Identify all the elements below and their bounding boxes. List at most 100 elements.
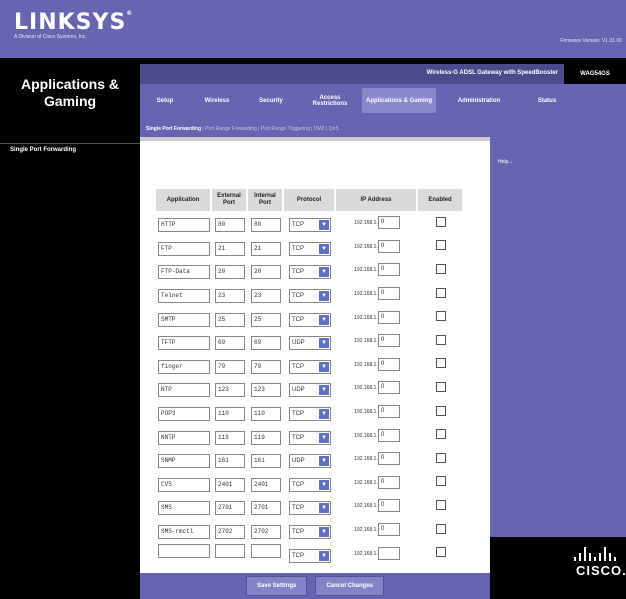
enabled-checkbox[interactable] xyxy=(436,263,446,274)
application-name-input[interactable]: TFTP xyxy=(158,336,210,351)
external-port-input[interactable]: 25 xyxy=(215,312,245,327)
application-name-input[interactable]: HTTP xyxy=(158,218,210,233)
help-link[interactable]: Help... xyxy=(498,159,512,165)
ip-last-octet-input[interactable]: 0 xyxy=(377,239,400,253)
application-name-input[interactable]: FTP xyxy=(158,241,210,256)
tab-wireless[interactable]: Wireless xyxy=(190,98,244,104)
enabled-checkbox[interactable] xyxy=(436,358,446,369)
chevron-down-icon[interactable]: ▼ xyxy=(319,385,329,396)
enabled-checkbox[interactable] xyxy=(436,240,446,251)
subtab-single-port-forwarding[interactable]: Single Port Forwarding xyxy=(146,126,201,132)
application-name-input[interactable]: finger xyxy=(158,359,210,374)
protocol-select[interactable]: TCP ▼ xyxy=(289,525,331,540)
ip-last-octet-input[interactable]: 0 xyxy=(377,523,400,537)
chevron-down-icon[interactable]: ▼ xyxy=(319,291,329,302)
ip-last-octet-input[interactable]: 0 xyxy=(377,381,400,395)
application-name-input[interactable]: SMS-rmctl xyxy=(158,525,210,540)
ip-last-octet-input[interactable]: 0 xyxy=(377,428,400,442)
application-name-input[interactable]: SNMP xyxy=(158,454,210,469)
subtab-port-range-triggering[interactable]: Port Range Triggering xyxy=(261,126,310,132)
chevron-down-icon[interactable]: ▼ xyxy=(319,220,329,231)
protocol-select[interactable]: UDP ▼ xyxy=(289,454,331,469)
chevron-down-icon[interactable]: ▼ xyxy=(319,314,329,325)
external-port-input[interactable]: 110 xyxy=(215,407,245,422)
internal-port-input[interactable] xyxy=(251,543,281,558)
external-port-input[interactable]: 20 xyxy=(215,265,245,280)
enabled-checkbox[interactable] xyxy=(436,499,446,510)
ip-last-octet-input[interactable]: 0 xyxy=(377,499,400,513)
ip-last-octet-input[interactable]: 0 xyxy=(377,475,400,489)
application-name-input[interactable]: CVS xyxy=(158,477,210,492)
external-port-input[interactable]: 123 xyxy=(215,383,245,398)
subtab-dmz[interactable]: DMZ xyxy=(314,126,325,132)
enabled-checkbox[interactable] xyxy=(436,547,446,558)
ip-last-octet-input[interactable]: 0 xyxy=(377,334,400,348)
application-name-input[interactable] xyxy=(158,543,210,558)
ip-last-octet-input[interactable]: 0 xyxy=(377,452,400,466)
enabled-checkbox[interactable] xyxy=(436,381,446,392)
enabled-checkbox[interactable] xyxy=(436,287,446,298)
internal-port-input[interactable]: 2401 xyxy=(251,477,281,492)
application-name-input[interactable]: Telnet xyxy=(158,289,210,304)
internal-port-input[interactable]: 2701 xyxy=(251,501,281,516)
external-port-input[interactable]: 119 xyxy=(215,430,245,445)
ip-last-octet-input[interactable]: 0 xyxy=(377,287,400,301)
chevron-down-icon[interactable]: ▼ xyxy=(319,267,329,278)
ip-last-octet-input[interactable]: 0 xyxy=(377,357,400,371)
enabled-checkbox[interactable] xyxy=(436,476,446,487)
internal-port-input[interactable]: 69 xyxy=(251,336,281,351)
internal-port-input[interactable]: 119 xyxy=(251,430,281,445)
protocol-select[interactable]: TCP ▼ xyxy=(289,501,331,516)
chevron-down-icon[interactable]: ▼ xyxy=(319,432,329,443)
internal-port-input[interactable]: 2702 xyxy=(251,525,281,540)
protocol-select[interactable]: TCP ▼ xyxy=(289,218,331,233)
internal-port-input[interactable]: 110 xyxy=(251,407,281,422)
internal-port-input[interactable]: 25 xyxy=(251,312,281,327)
internal-port-input[interactable]: 161 xyxy=(251,454,281,469)
internal-port-input[interactable]: 79 xyxy=(251,359,281,374)
chevron-down-icon[interactable]: ▼ xyxy=(319,243,329,254)
protocol-select[interactable]: TCP ▼ xyxy=(289,241,331,256)
external-port-input[interactable]: 161 xyxy=(215,454,245,469)
protocol-select[interactable]: TCP ▼ xyxy=(289,548,331,563)
tab-setup[interactable]: Setup xyxy=(140,98,190,104)
application-name-input[interactable]: FTP-Data xyxy=(158,265,210,280)
chevron-down-icon[interactable]: ▼ xyxy=(319,527,329,538)
chevron-down-icon[interactable]: ▼ xyxy=(319,503,329,514)
ip-last-octet-input[interactable]: 0 xyxy=(377,310,400,324)
external-port-input[interactable]: 2701 xyxy=(215,501,245,516)
application-name-input[interactable]: NNTP xyxy=(158,430,210,445)
protocol-select[interactable]: TCP ▼ xyxy=(289,312,331,327)
tab-access-restrictions[interactable]: Access Restrictions xyxy=(298,95,362,107)
application-name-input[interactable]: POP3 xyxy=(158,407,210,422)
tab-status[interactable]: Status xyxy=(522,98,572,104)
external-port-input[interactable]: 21 xyxy=(215,241,245,256)
subtab-qos[interactable]: QoS xyxy=(329,126,339,132)
protocol-select[interactable]: TCP ▼ xyxy=(289,430,331,445)
protocol-select[interactable]: TCP ▼ xyxy=(289,477,331,492)
enabled-checkbox[interactable] xyxy=(436,429,446,440)
internal-port-input[interactable]: 80 xyxy=(251,218,281,233)
chevron-down-icon[interactable]: ▼ xyxy=(319,361,329,372)
enabled-checkbox[interactable] xyxy=(436,311,446,322)
external-port-input[interactable]: 2401 xyxy=(215,477,245,492)
chevron-down-icon[interactable]: ▼ xyxy=(319,456,329,467)
tab-security[interactable]: Security xyxy=(244,98,298,104)
ip-last-octet-input[interactable] xyxy=(377,546,400,560)
external-port-input[interactable]: 2702 xyxy=(215,525,245,540)
application-name-input[interactable]: SMTP xyxy=(158,312,210,327)
ip-last-octet-input[interactable]: 0 xyxy=(377,263,400,277)
internal-port-input[interactable]: 21 xyxy=(251,241,281,256)
enabled-checkbox[interactable] xyxy=(436,405,446,416)
external-port-input[interactable]: 80 xyxy=(215,218,245,233)
enabled-checkbox[interactable] xyxy=(436,334,446,345)
subtab-port-range-forwarding[interactable]: Port Range Forwarding xyxy=(205,126,257,132)
ip-last-octet-input[interactable]: 0 xyxy=(377,216,400,230)
chevron-down-icon[interactable]: ▼ xyxy=(319,550,329,561)
tab-administration[interactable]: Administration xyxy=(436,98,522,104)
chevron-down-icon[interactable]: ▼ xyxy=(319,338,329,349)
tab-applications-gaming[interactable]: Applications & Gaming xyxy=(362,88,436,113)
cancel-changes-button[interactable]: Cancel Changes xyxy=(315,576,385,596)
protocol-select[interactable]: TCP ▼ xyxy=(289,407,331,422)
chevron-down-icon[interactable]: ▼ xyxy=(319,479,329,490)
